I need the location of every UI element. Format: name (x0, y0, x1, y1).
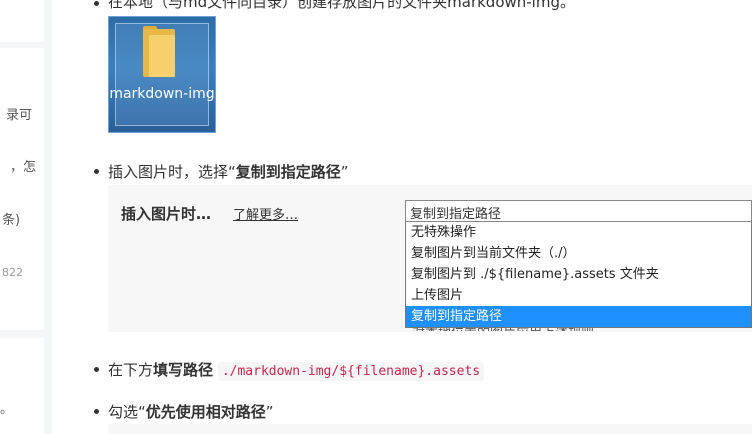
option-copy-assets-folder[interactable]: 复制图片到 ./${filename}.assets 文件夹 (406, 264, 751, 285)
step1-text: 在本地（与md文件同目录）创建存放图片的文件夹markdown-img。 (108, 0, 575, 11)
sidebar-panel-top (0, 0, 44, 42)
option-no-action[interactable]: 无特殊操作 (406, 222, 751, 243)
sidebar-fragment: ，怎 (10, 160, 37, 175)
sidebar-fragment: 录可 (6, 108, 33, 123)
sidebar-panel-middle: 录可 ，怎 条) 822 (0, 48, 44, 330)
list-bullet (94, 1, 99, 6)
article-body: 在本地（与md文件同目录）创建存放图片的文件夹markdown-img。 mar… (52, 0, 752, 434)
sidebar-fragment: 822 (2, 266, 23, 279)
next-settings-panel (108, 424, 752, 434)
list-bullet (94, 409, 99, 414)
option-copy-current-folder[interactable]: 复制图片到当前文件夹（./） (406, 243, 751, 264)
insert-image-label: 插入图片时… (121, 205, 212, 223)
option-copy-custom-path[interactable]: 复制到指定路径 (406, 306, 751, 327)
step2-text: 插入图片时，选择“复制到指定路径” (108, 163, 349, 181)
folder-label: markdown-img (109, 86, 215, 102)
step3-text: 在下方填写路径 ./markdown-img/${filename}.asset… (108, 359, 485, 381)
list-bullet (94, 169, 99, 174)
path-code: ./markdown-img/${filename}.assets (217, 362, 485, 381)
sidebar-fragment: 条) (2, 213, 21, 228)
option-upload-image[interactable]: 上传图片 (406, 285, 751, 306)
list-bullet (94, 367, 99, 372)
step4-text: 勾选“优先使用相对路径” (108, 403, 274, 421)
folder-screenshot: markdown-img (108, 16, 216, 133)
sidebar-fragment: 。 (0, 402, 14, 417)
learn-more-link[interactable]: 了解更多… (233, 204, 298, 223)
insert-image-dropdown: 无特殊操作 复制图片到当前文件夹（./） 复制图片到 ./${filename}… (405, 222, 752, 328)
folder-icon-front (149, 35, 175, 77)
sidebar-panel-bottom: 。 (0, 338, 44, 434)
image-insert-settings: 插入图片时… 了解更多… 复制到指定路径 对本地位置的图片应用上述规则 无特殊操… (108, 185, 752, 332)
insert-image-select[interactable]: 复制到指定路径 (405, 200, 752, 222)
